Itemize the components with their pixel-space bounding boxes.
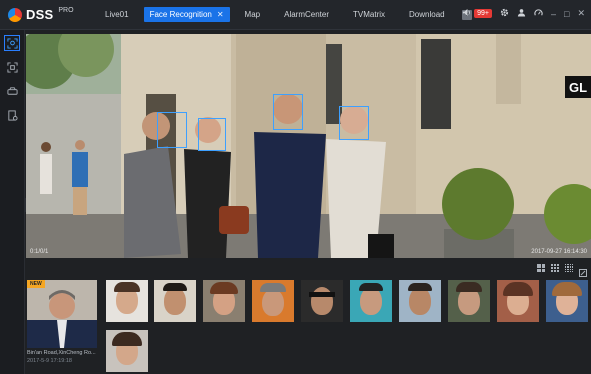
capture-thumbnail[interactable] (106, 280, 148, 322)
capture-thumbnail[interactable] (546, 280, 588, 322)
user-icon[interactable] (517, 8, 526, 19)
storefront-sign: GL (565, 76, 591, 98)
capture-thumbnail[interactable] (154, 280, 196, 322)
snapshot-image (27, 280, 97, 348)
video-frame-scene (26, 34, 591, 258)
face-detection-box (339, 106, 369, 140)
capture-icon[interactable] (5, 60, 19, 74)
capture-thumbnail[interactable] (106, 330, 148, 372)
tab-strip: Live01 Face Recognition ✕ Map AlarmCente… (96, 7, 472, 22)
alarm-count-badge[interactable]: 99+ (474, 9, 492, 18)
snapshot-time: 2017-5-9 17:19:18 (27, 358, 72, 364)
tab-download[interactable]: Download (400, 7, 454, 22)
app-logo: DSS PRO (8, 7, 74, 22)
minimize-icon[interactable]: – (551, 9, 556, 19)
close-icon[interactable]: ✕ (577, 8, 585, 19)
layout-2x2-icon[interactable] (537, 264, 545, 272)
logo-mark-icon (8, 7, 22, 22)
face-scan-icon[interactable] (4, 35, 20, 51)
vehicle-icon[interactable] (5, 84, 19, 98)
left-sidebar (0, 30, 25, 374)
timestamp-overlay: 2017-09-27 16:14:30 (531, 249, 587, 255)
tab-face-recognition-label: Face Recognition (149, 10, 212, 19)
snapshot-info: Bin'an Road,XinCheng Ro... 2017-5-9 17:1… (27, 349, 96, 365)
capture-thumbnail[interactable] (203, 280, 245, 322)
gear-icon[interactable] (500, 8, 509, 19)
capture-thumbnail[interactable] (252, 280, 294, 322)
header-controls: 99+ – □ ✕ (462, 8, 585, 19)
report-icon[interactable] (5, 108, 19, 122)
capture-thumbnail[interactable] (497, 280, 539, 322)
latest-capture-snapshot[interactable]: NEW (27, 280, 97, 348)
capture-thumbnail[interactable] (448, 280, 490, 322)
channel-overlay: 0:1/0/1 (30, 249, 49, 255)
gauge-icon[interactable] (534, 8, 543, 19)
tab-map[interactable]: Map (236, 7, 270, 22)
logo-superscript: PRO (58, 7, 74, 14)
tab-face-recognition[interactable]: Face Recognition ✕ (143, 7, 230, 22)
face-detection-box (198, 118, 226, 151)
capture-thumbnail[interactable] (301, 280, 343, 322)
face-detection-box (273, 94, 303, 130)
layout-3x3-icon[interactable] (551, 264, 559, 272)
title-bar: DSS PRO Live01 Face Recognition ✕ Map Al… (0, 0, 591, 30)
new-badge: NEW (27, 280, 45, 288)
logo-text: DSS (26, 7, 54, 22)
layout-4x4-icon[interactable] (565, 264, 573, 272)
capture-thumbnail[interactable] (399, 280, 441, 322)
tab-live01[interactable]: Live01 (96, 7, 138, 22)
tab-tvmatrix[interactable]: TVMatrix (344, 7, 394, 22)
speaker-icon[interactable] (462, 8, 471, 19)
capture-panel: NEW Bin'an Road,XinCheng Ro... 2017-5-9 … (26, 260, 591, 374)
face-detection-box (157, 112, 187, 148)
maximize-icon[interactable]: □ (564, 9, 569, 19)
live-video-view[interactable]: GL 0:1/0/1 2017-09-27 16:14:30 (26, 34, 591, 258)
tab-alarm-center[interactable]: AlarmCenter (275, 7, 338, 22)
snapshot-location: Bin'an Road,XinCheng Ro... (27, 350, 96, 356)
capture-thumbnail[interactable] (350, 280, 392, 322)
close-tab-icon[interactable]: ✕ (217, 10, 224, 19)
